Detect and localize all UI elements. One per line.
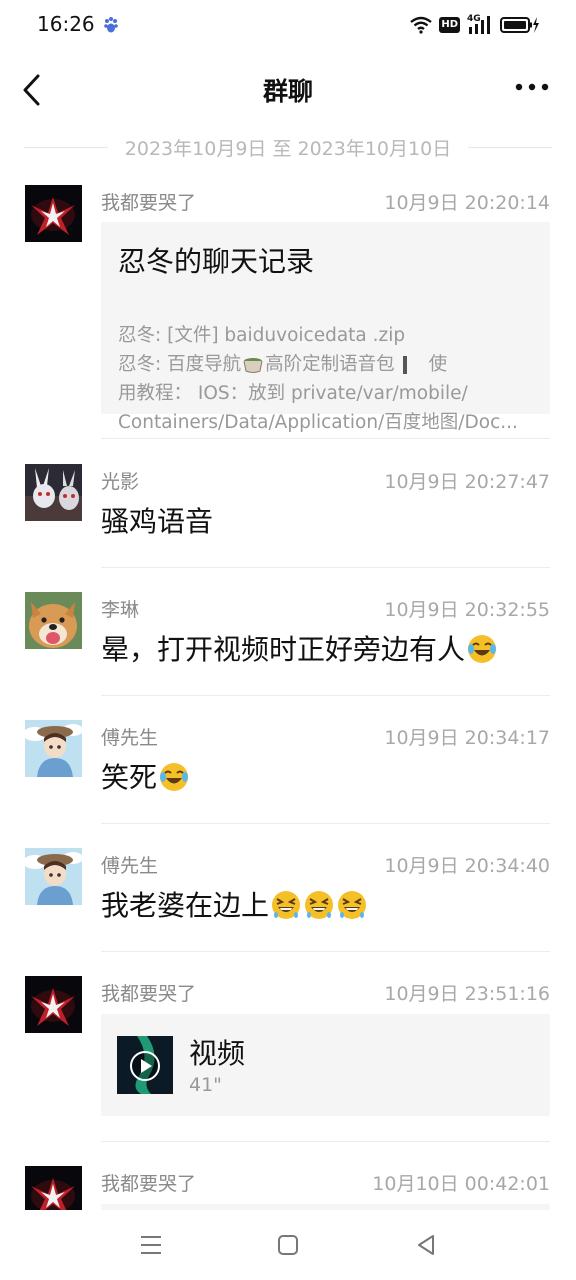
sender-name: 傅先生 [101, 855, 159, 877]
message-item: 我都要哭了 10月9日 20:20:14 忍冬的聊天记录 忍冬: [文件] ba… [0, 185, 576, 439]
avatar[interactable] [25, 1166, 82, 1210]
battery-icon [500, 17, 539, 33]
sender-name: 李琳 [101, 599, 140, 621]
grin-sweat-emoji-icon [272, 891, 301, 919]
grin-sweat-emoji-icon [338, 891, 367, 919]
sender-name: 我都要哭了 [101, 1173, 197, 1195]
divider [101, 438, 550, 439]
record-line: 用教程： IOS：放到 private/var/mobile/ [118, 383, 468, 404]
message-text[interactable]: 晕，打开视频时正好旁边有人 [101, 628, 498, 668]
chat-record-card[interactable]: 忍冬的聊天记录 忍冬: [文件] baiduvoicedata .zip 忍冬:… [101, 222, 550, 433]
message-item: 光影 10月9日 20:27:47 骚鸡语音 [0, 464, 576, 568]
more-dots-icon[interactable] [514, 80, 550, 94]
divider [101, 567, 550, 568]
record-line: 忍冬: 百度导航 高阶定制语音包 使 [118, 350, 538, 376]
avatar[interactable] [25, 720, 82, 777]
divider [101, 823, 550, 824]
back-triangle-icon[interactable] [413, 1232, 439, 1258]
signal-icon [469, 16, 490, 34]
video-title: 视频 [189, 1037, 246, 1070]
sender-name: 我都要哭了 [101, 983, 197, 1005]
record-line-bar [402, 356, 407, 374]
message-time: 10月9日 20:34:40 [384, 855, 550, 877]
message-item: 我都要哭了 10月10日 00:42:01 [0, 1166, 576, 1210]
message-text-body: 我老婆在边上 [101, 889, 270, 922]
message-text[interactable]: 骚鸡语音 [101, 500, 213, 540]
sender-name: 光影 [101, 471, 140, 493]
laugh-cry-emoji-icon [160, 763, 189, 791]
divider [468, 147, 552, 148]
message-item: 傅先生 10月9日 20:34:40 我老婆在边上 [0, 848, 576, 952]
video-card[interactable]: 视频 41" [101, 1014, 550, 1116]
system-nav-bar [0, 1210, 576, 1280]
date-range-header: 2023年10月9日 至 2023年10月10日 [0, 130, 576, 164]
baidu-paw-icon [104, 17, 118, 33]
record-line-part: 忍冬: 百度导航 [118, 354, 242, 375]
grin-sweat-emoji-icon [305, 891, 334, 919]
video-thumbnail [117, 1036, 173, 1094]
avatar[interactable] [25, 848, 82, 905]
avatar[interactable] [25, 592, 82, 649]
message-text[interactable]: 笑死 [101, 756, 190, 796]
wifi-icon [410, 16, 433, 34]
message-time: 10月9日 23:51:16 [384, 983, 550, 1005]
status-bar: 16:26 HD 4G [0, 0, 576, 50]
avatar[interactable] [25, 976, 82, 1033]
status-time: 16:26 [37, 12, 95, 36]
avatar[interactable] [25, 185, 82, 242]
record-line-part: 使 [428, 354, 448, 375]
menu-icon[interactable] [138, 1232, 164, 1258]
message-time: 10月9日 20:34:17 [384, 727, 550, 749]
message-time: 10月10日 00:42:01 [372, 1173, 550, 1195]
message-text-body: 笑死 [101, 761, 158, 794]
sender-name: 我都要哭了 [101, 192, 197, 214]
laugh-cry-emoji-icon [468, 635, 497, 663]
divider [101, 951, 550, 952]
divider [101, 695, 550, 696]
home-icon[interactable] [275, 1232, 301, 1258]
page-title: 群聊 [262, 77, 313, 106]
record-title: 忍冬的聊天记录 [118, 245, 315, 278]
message-time: 10月9日 20:20:14 [384, 192, 550, 214]
teacup-emoji-icon [243, 358, 263, 373]
message-text-body: 晕，打开视频时正好旁边有人 [101, 633, 466, 666]
record-line: Containers/Data/Application/百度地图/Doc... [118, 412, 518, 433]
hd-badge: HD [439, 17, 460, 33]
divider [101, 1141, 550, 1142]
video-duration: 41" [189, 1074, 222, 1096]
message-time: 10月9日 20:32:55 [384, 599, 550, 621]
nav-bar: 群聊 [0, 56, 576, 122]
sender-name: 傅先生 [101, 727, 159, 749]
message-item: 我都要哭了 10月9日 23:51:16 视频 41" [0, 976, 576, 1142]
message-time: 10月9日 20:27:47 [384, 471, 550, 493]
signal-indicator: 4G [467, 14, 493, 35]
record-line: 忍冬: [文件] baiduvoicedata .zip [118, 325, 406, 346]
avatar[interactable] [25, 464, 82, 521]
message-text[interactable]: 我老婆在边上 [101, 884, 368, 924]
record-line-part: 高阶定制语音包 [265, 354, 395, 375]
message-item: 傅先生 10月9日 20:34:17 笑死 [0, 720, 576, 824]
message-item: 李琳 10月9日 20:32:55 晕，打开视频时正好旁边有人 [0, 592, 576, 696]
